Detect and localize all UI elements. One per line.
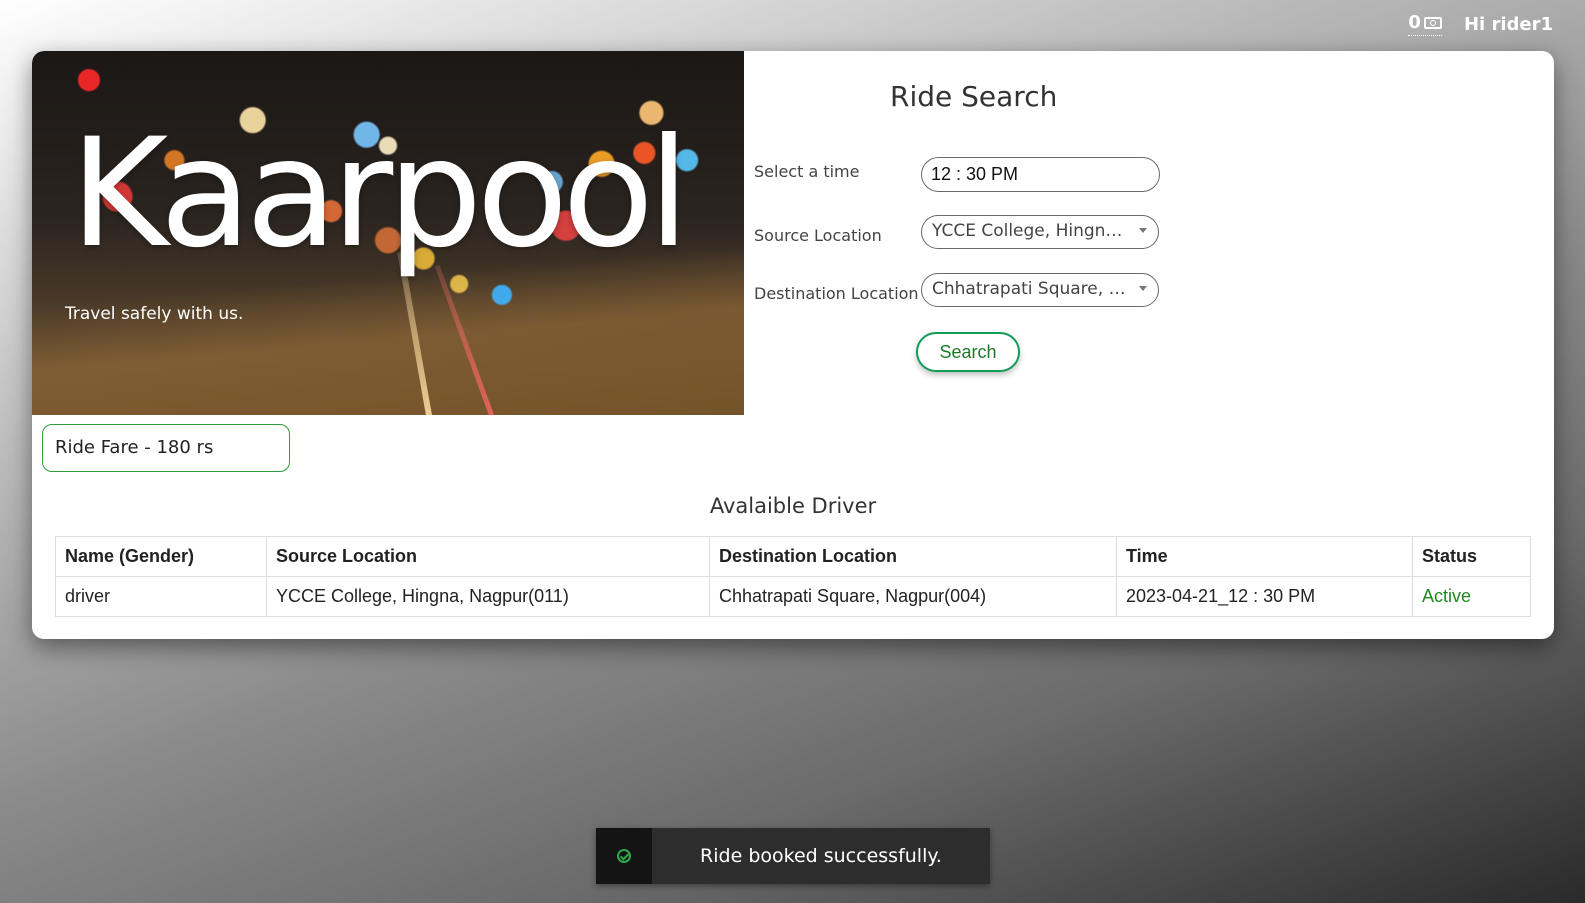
- wallet-amount: 0: [1408, 12, 1421, 33]
- destination-label: Destination Location: [754, 284, 919, 303]
- ride-search-panel: Ride Search Select a time 12 : 30 PM Sou…: [744, 51, 1554, 415]
- brand-tagline: Travel safely with us.: [65, 304, 244, 324]
- toast-message: Ride booked successfully.: [700, 845, 942, 867]
- top-bar: 0 Hi rider1: [1408, 12, 1553, 36]
- search-title: Ride Search: [890, 80, 1058, 113]
- user-greeting[interactable]: Hi rider1: [1464, 14, 1553, 35]
- column-header-status: Status: [1412, 536, 1531, 577]
- driver-source-cell: YCCE College, Hingna, Nagpur(011): [266, 576, 710, 617]
- driver-status-cell: Active: [1412, 576, 1531, 617]
- driver-name-cell: driver: [55, 576, 267, 617]
- column-header-name: Name (Gender): [55, 536, 267, 577]
- search-button[interactable]: Search: [916, 332, 1020, 372]
- money-icon: [1423, 16, 1442, 29]
- toast-icon-box: [596, 828, 652, 884]
- check-circle-icon: [617, 849, 631, 863]
- time-label: Select a time: [754, 162, 860, 181]
- ride-fare-box: Ride Fare - 180 rs: [42, 424, 290, 472]
- destination-location-value: Chhatrapati Square, Nagpur(004): [932, 279, 1159, 299]
- hero-light-streak: [434, 264, 495, 415]
- chevron-down-icon: [1139, 228, 1147, 233]
- toast-notification[interactable]: Ride booked successfully.: [596, 828, 990, 884]
- table-row[interactable]: driver YCCE College, Hingna, Nagpur(011)…: [55, 576, 1531, 617]
- column-header-time: Time: [1116, 536, 1413, 577]
- main-card: Kaarpool Travel safely with us. Ride Sea…: [32, 51, 1554, 639]
- drivers-table-title: Avalaible Driver: [709, 494, 877, 518]
- source-location-value: YCCE College, Hingna, Nagpur(011): [932, 221, 1158, 241]
- table-header-row: Name (Gender) Source Location Destinatio…: [55, 536, 1531, 577]
- drivers-table: Name (Gender) Source Location Destinatio…: [55, 536, 1531, 617]
- column-header-destination: Destination Location: [709, 536, 1117, 577]
- destination-location-select[interactable]: Chhatrapati Square, Nagpur(004): [921, 273, 1159, 307]
- column-header-source: Source Location: [266, 536, 710, 577]
- chevron-down-icon: [1139, 286, 1147, 291]
- source-label: Source Location: [754, 226, 882, 245]
- wallet-balance[interactable]: 0: [1408, 12, 1442, 36]
- brand-logo-text: Kaarpool: [70, 107, 690, 281]
- source-location-select[interactable]: YCCE College, Hingna, Nagpur(011): [921, 215, 1159, 249]
- driver-time-cell: 2023-04-21_12 : 30 PM: [1116, 576, 1413, 617]
- driver-destination-cell: Chhatrapati Square, Nagpur(004): [709, 576, 1117, 617]
- hero-banner: Kaarpool Travel safely with us.: [32, 51, 744, 415]
- time-input[interactable]: 12 : 30 PM: [921, 157, 1160, 192]
